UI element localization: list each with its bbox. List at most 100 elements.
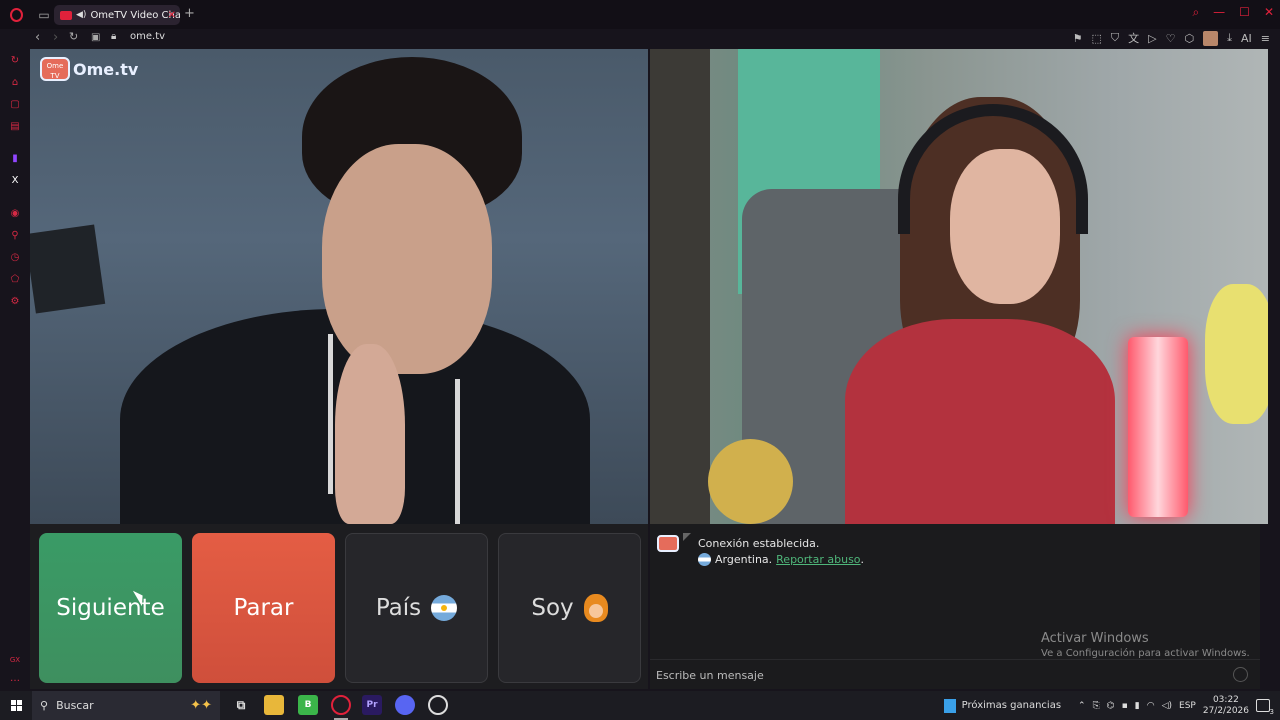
emoji-icon[interactable] (1233, 667, 1248, 682)
windows-logo-icon (10, 700, 22, 711)
opera-gx-icon[interactable] (331, 695, 351, 715)
premiere-pro-icon[interactable]: Pr (362, 695, 382, 715)
remote-video (650, 49, 1268, 524)
heart-icon[interactable]: ♡ (1166, 32, 1176, 45)
sidebar-twitch-icon[interactable]: ▮ (9, 153, 21, 165)
url-field[interactable]: ome.tv (130, 31, 165, 42)
camera-icon[interactable]: ▣ (91, 32, 100, 43)
gender-button[interactable]: Soy (498, 533, 641, 683)
tray-chevron-icon[interactable]: ⌃ (1078, 701, 1086, 711)
argentina-flag-icon (431, 595, 458, 621)
task-view-icon[interactable]: ⧉ (231, 695, 251, 715)
lock-icon[interactable]: 🔒︎ (111, 31, 116, 42)
message-input[interactable] (656, 666, 1226, 684)
tab-close-icon[interactable]: ✕ (168, 10, 176, 21)
clock-date: 27/2/2026 (1202, 705, 1249, 716)
chat-country-message: Argentina. Reportar abuso . (698, 553, 864, 566)
play-icon[interactable]: ▷ (1148, 32, 1156, 45)
control-panel: Siguiente Parar País Soy (30, 524, 648, 689)
clock[interactable]: 03:22 27/2/2026 (1203, 695, 1249, 717)
sidebar-gx-icon[interactable]: GX (9, 654, 21, 666)
mic-icon[interactable]: ▮ (1135, 701, 1140, 711)
new-tab-button[interactable]: + (184, 6, 195, 21)
tab-title: OmeTV Video Chat — (90, 9, 180, 21)
profile-avatar[interactable] (1203, 30, 1219, 46)
language-indicator[interactable]: ESP (1179, 701, 1196, 711)
obs-icon[interactable] (428, 695, 448, 715)
rgb-lamp (1128, 337, 1188, 517)
gender-button-label: Soy (531, 595, 574, 621)
tray-app-icon[interactable]: ▪ (1122, 701, 1128, 711)
country-button[interactable]: País (345, 533, 488, 683)
person-shirt (845, 319, 1115, 524)
sidebar-pin-icon[interactable]: ⚲ (9, 230, 21, 242)
hoodie-string (328, 334, 333, 494)
argentina-flag-icon (698, 553, 711, 566)
stop-button[interactable]: Parar (192, 533, 335, 683)
translate-icon[interactable]: 文 (1128, 30, 1139, 46)
next-button[interactable]: Siguiente (39, 533, 182, 683)
search-icon: ⚲ (40, 699, 49, 712)
ometv-logo[interactable]: Ome TV Ome.tv (40, 57, 138, 81)
address-bar: ‹ › ↻ ▣ 🔒︎ ome.tv ⚑ ⬚ ⛉ 文 ▷ ♡ ⬡ ⤓ AI ≡ (0, 29, 1280, 49)
network-icon[interactable]: ⌬ (1107, 701, 1115, 711)
country-button-label: País (375, 595, 422, 621)
file-explorer-icon[interactable] (264, 695, 284, 715)
sidebar-message-icon[interactable]: ▤ (9, 121, 21, 133)
taskbar-search[interactable]: ⚲ Buscar ✦✦ (32, 691, 220, 720)
forward-icon[interactable]: › (53, 30, 58, 45)
chat-country: Argentina. (715, 553, 773, 566)
sidebar-history-icon[interactable]: ◷ (9, 252, 21, 264)
sidebar-chat-icon[interactable]: ▢ (9, 99, 21, 111)
download-icon[interactable]: ⤓ (1227, 31, 1232, 45)
plush-toy (708, 439, 793, 524)
person-face (322, 144, 492, 374)
menu-icon[interactable]: ≡ (1261, 32, 1270, 45)
user-avatar-icon (583, 594, 608, 622)
sidebar-more-icon[interactable]: … (9, 673, 21, 685)
wifi-icon[interactable]: ◠ (1147, 701, 1155, 711)
background-bag (30, 224, 106, 314)
close-window-icon[interactable]: ✕ (1264, 5, 1274, 20)
minimize-icon[interactable]: — (1213, 5, 1225, 20)
notifications-icon[interactable]: 3 (1256, 699, 1274, 716)
clock-time: 03:22 (1212, 694, 1239, 705)
back-icon[interactable]: ‹ (35, 30, 40, 45)
ai-icon[interactable]: AI (1241, 32, 1252, 45)
browser-tab[interactable]: ◀) OmeTV Video Chat — ✕ (54, 5, 180, 25)
right-edge-panel (1268, 49, 1280, 689)
sidebar-player-icon[interactable]: ◉ (9, 208, 21, 220)
discord-icon[interactable] (395, 695, 415, 715)
reload-icon[interactable]: ↻ (69, 30, 78, 43)
plush-toy (1205, 284, 1268, 424)
snapshot-icon[interactable]: ⬚ (1092, 32, 1102, 45)
speaker-icon[interactable]: ◀) (76, 10, 86, 20)
report-abuse-link[interactable]: Reportar abuso (776, 553, 860, 566)
opera-menu-icon[interactable] (0, 0, 32, 29)
next-button-label: Siguiente (56, 595, 165, 621)
tab-island-icon[interactable]: ▭ (32, 0, 56, 29)
chat-status-message: Conexión establecida. (698, 537, 820, 550)
shield-icon[interactable]: ⛉ (1111, 31, 1119, 45)
sidebar-cube-icon[interactable]: ⬠ (9, 274, 21, 286)
background-shelf (650, 49, 710, 524)
volume-icon[interactable]: ◁) (1162, 701, 1172, 711)
sidebar-x-icon[interactable]: X (9, 175, 21, 187)
news-icon (943, 698, 956, 713)
sidebar-bag-icon[interactable]: ⌂ (9, 77, 21, 89)
hoodie-string (455, 379, 460, 524)
chat-corner-icon (683, 533, 691, 541)
bookmark-icon[interactable]: ⚑ (1073, 32, 1083, 45)
extensions-icon[interactable]: ⬡ (1185, 32, 1195, 45)
sidebar-refresh-icon[interactable]: ↻ (9, 55, 21, 67)
news-widget[interactable]: Próximas ganancias (943, 698, 1061, 713)
app-b-icon[interactable]: B (298, 695, 318, 715)
start-button[interactable] (0, 691, 32, 720)
maximize-icon[interactable]: ☐ (1239, 5, 1250, 20)
sidebar-settings-icon[interactable]: ⚙ (9, 296, 21, 308)
stop-button-label: Parar (233, 595, 294, 621)
search-tabs-icon[interactable]: ⌕ (1192, 5, 1199, 20)
chat-panel: Conexión establecida. Argentina. Reporta… (650, 524, 1260, 689)
taskbar-search-label: Buscar (56, 699, 94, 712)
usb-icon[interactable]: ⎘ (1093, 701, 1100, 711)
